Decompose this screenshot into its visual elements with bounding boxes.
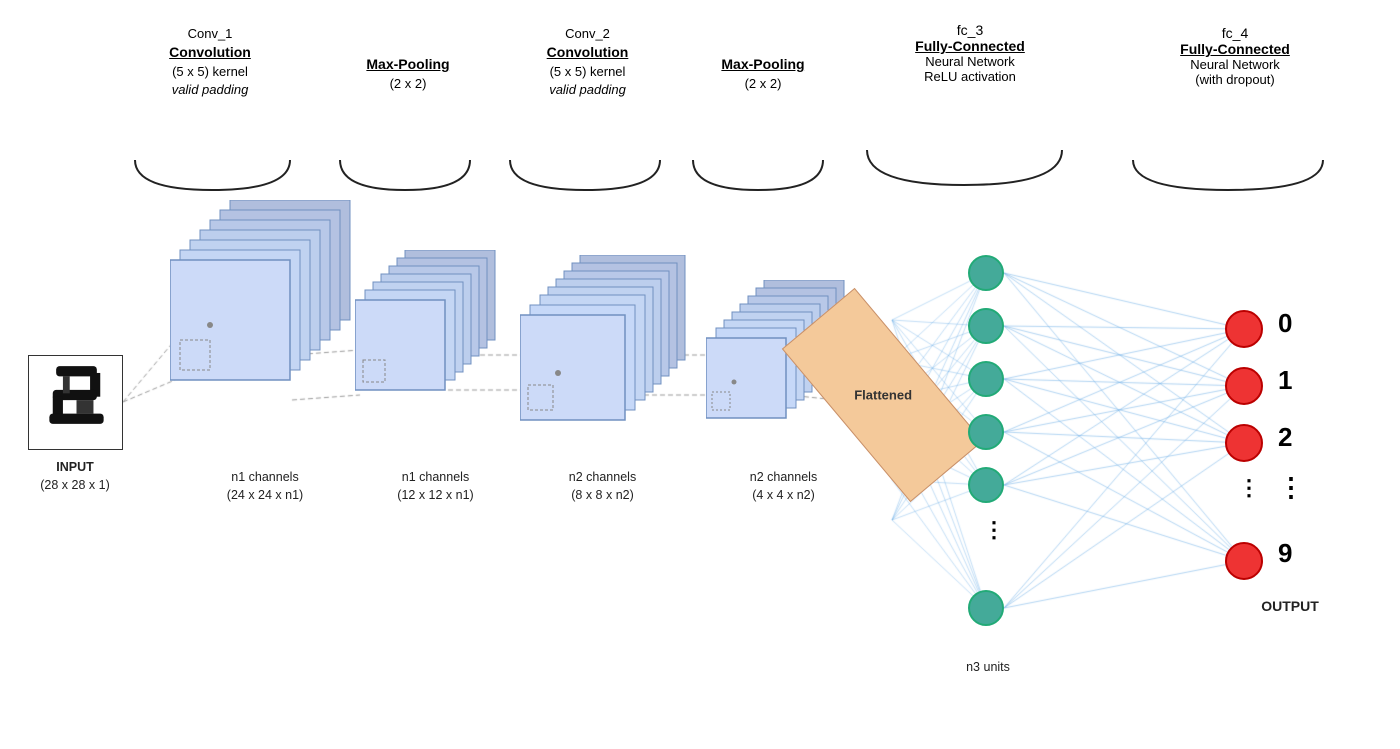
input-image	[28, 355, 123, 450]
conv2-ch-label: n2 channels	[525, 470, 680, 484]
conv1-brace	[130, 155, 295, 195]
fc3-node-3	[968, 361, 1004, 397]
fc4-label: fc_4 Fully-Connected Neural Network (wit…	[1135, 25, 1335, 87]
output-label: OUTPUT	[1230, 598, 1350, 614]
pool2-dim: (4 x 4 x n2)	[706, 488, 861, 502]
input-label: INPUT	[5, 460, 145, 474]
conv2-feature-maps	[520, 255, 700, 490]
output-dots: ⋮	[1238, 475, 1260, 501]
pool1-feature-maps	[355, 250, 515, 485]
output-node-9	[1225, 542, 1263, 580]
conv1-ch-label: n1 channels	[180, 470, 350, 484]
conv1-dim: (24 x 24 x n1)	[180, 488, 350, 502]
diagram: INPUT (28 x 28 x 1) Conv_1 Convolution (…	[0, 0, 1400, 749]
conv2-label: Conv_2 Convolution (5 x 5) kernel valid …	[510, 25, 665, 99]
pool2-ch-label: n2 channels	[706, 470, 861, 484]
fc3-dots: ⋮	[983, 517, 1005, 543]
conv2-brace	[505, 155, 665, 195]
output-node-2	[1225, 424, 1263, 462]
pool1-dim: (12 x 12 x n1)	[358, 488, 513, 502]
conv2-dim: (8 x 8 x n2)	[525, 488, 680, 502]
fc3-node-6	[968, 590, 1004, 626]
fc3-node-2	[968, 308, 1004, 344]
output-label-0: 0	[1278, 308, 1292, 339]
output-node-1	[1225, 367, 1263, 405]
input-dim: (28 x 28 x 1)	[5, 478, 145, 492]
output-dots-label: ⋮	[1278, 472, 1304, 503]
maxpool2-brace	[688, 155, 828, 195]
maxpool2-label: Max-Pooling (2 x 2)	[693, 55, 833, 93]
fc3-label: fc_3 Fully-Connected Neural Network ReLU…	[870, 22, 1070, 84]
fc3-node-4	[968, 414, 1004, 450]
fc3-node-1	[968, 255, 1004, 291]
conv1-label: Conv_1 Convolution (5 x 5) kernel valid …	[135, 25, 285, 99]
fc3-node-5	[968, 467, 1004, 503]
output-node-0	[1225, 310, 1263, 348]
fc4-brace	[1128, 155, 1328, 195]
fc3-units-label: n3 units	[938, 660, 1038, 674]
maxpool1-label: Max-Pooling (2 x 2)	[338, 55, 478, 93]
output-label-9: 9	[1278, 538, 1292, 569]
maxpool1-brace	[335, 155, 475, 195]
output-label-1: 1	[1278, 365, 1292, 396]
output-label-2: 2	[1278, 422, 1292, 453]
conv1-feature-maps	[170, 200, 370, 485]
flatten-label: Flattened	[854, 388, 912, 403]
pool1-ch-label: n1 channels	[358, 470, 513, 484]
fc3-brace	[862, 145, 1067, 190]
